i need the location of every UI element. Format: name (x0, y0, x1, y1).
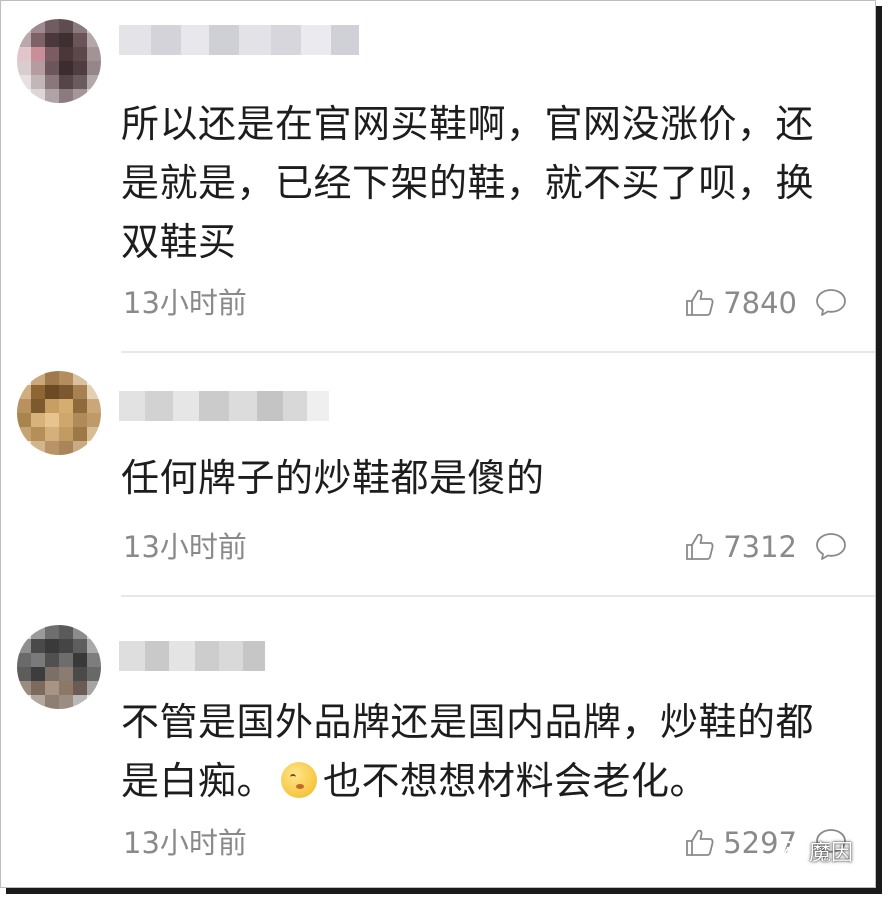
username-blurred[interactable] (119, 641, 265, 671)
thumbs-up-icon (686, 533, 714, 560)
comment-item: 所以还是在官网买鞋啊，官网没涨价，还是就是，已经下架的鞋，就不买了呗，换双鞋买 … (1, 1, 875, 351)
comment-list: 所以还是在官网买鞋啊，官网没涨价，还是就是，已经下架的鞋，就不买了呗，换双鞋买 … (0, 0, 876, 888)
comment-text: 所以还是在官网买鞋啊，官网没涨价，还是就是，已经下架的鞋，就不买了呗，换双鞋买 (121, 102, 815, 264)
shush-emoji-icon (281, 762, 318, 798)
like-count: 7840 (723, 286, 797, 320)
like-button[interactable]: 7840 (685, 283, 797, 323)
avatar[interactable] (17, 371, 101, 455)
comment-footer: 13小时前 5297 (121, 823, 847, 863)
thumbs-up-icon (686, 289, 714, 316)
username-blurred[interactable] (119, 391, 329, 421)
comment-text-part: 也不想想材料会老化。 (323, 759, 709, 803)
wechat-icon (775, 840, 802, 862)
watermark: 魔因 (775, 835, 853, 867)
speech-bubble-icon[interactable] (815, 287, 847, 317)
watermark-text: 魔因 (808, 841, 853, 866)
avatar[interactable] (17, 625, 101, 709)
comment-text: 不管是国外品牌还是国内品牌，炒鞋的都是白痴。 也不想想材料会老化。 (121, 693, 845, 811)
comment-item: 不管是国外品牌还是国内品牌，炒鞋的都是白痴。 也不想想材料会老化。 13小时前 5… (1, 597, 875, 889)
comment-footer: 13小时前 7312 (121, 527, 847, 567)
comment-footer: 13小时前 7840 (121, 283, 847, 323)
like-count: 7312 (723, 530, 797, 564)
thumbs-up-icon (686, 829, 714, 856)
comment-item: 任何牌子的炒鞋都是傻的 13小时前 7312 (1, 353, 875, 595)
comment-time: 13小时前 (123, 530, 247, 564)
comment-text: 任何牌子的炒鞋都是傻的 (121, 456, 545, 500)
comment-time: 13小时前 (123, 286, 247, 320)
speech-bubble-icon[interactable] (815, 531, 847, 561)
username-blurred[interactable] (119, 25, 359, 55)
comment-time: 13小时前 (123, 826, 247, 860)
like-button[interactable]: 7312 (685, 527, 797, 567)
avatar[interactable] (17, 19, 101, 103)
